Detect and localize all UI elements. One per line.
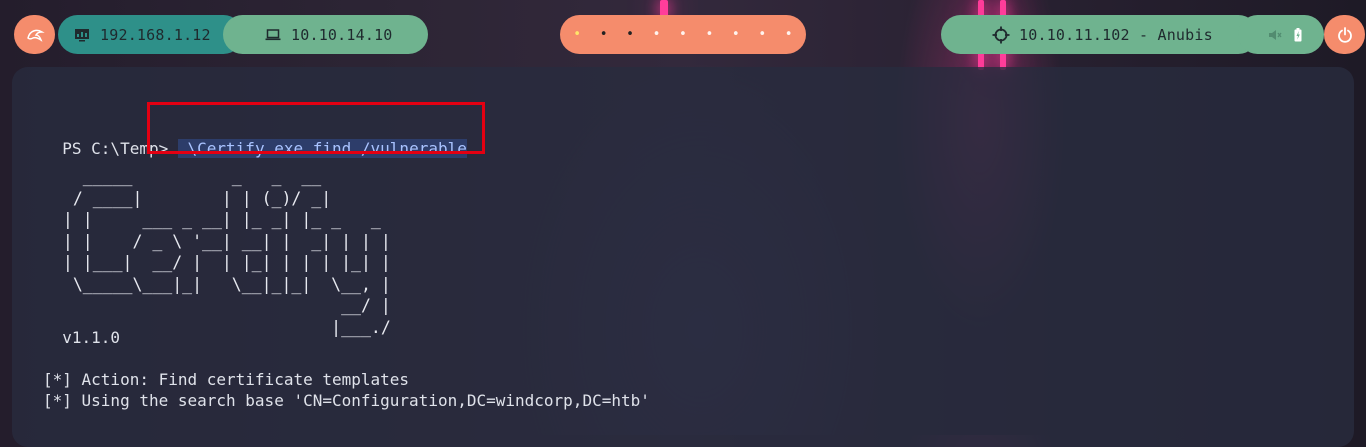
target-text: 10.10.11.102 - Anubis <box>1019 25 1213 44</box>
workspace-dot[interactable]: • <box>653 27 661 42</box>
speaker-muted-icon[interactable] <box>1268 29 1282 41</box>
vpn-ip-text: 10.10.14.10 <box>291 25 393 44</box>
target-widget[interactable]: 10.10.11.102 - Anubis <box>941 15 1258 54</box>
workspace-dot[interactable]: • <box>758 27 766 42</box>
output-line: [*] Using the search base 'CN=Configurat… <box>43 391 650 410</box>
battery-charging-icon[interactable] <box>1294 27 1302 42</box>
system-tray <box>1238 15 1324 54</box>
workspace-dot[interactable]: • <box>732 27 740 42</box>
host-ip-text: 192.168.1.12 <box>100 25 211 44</box>
crosshair-icon <box>992 26 1010 43</box>
workspace-dot[interactable]: • <box>600 27 608 42</box>
power-button[interactable] <box>1324 15 1365 54</box>
vpn-ip-widget[interactable]: 10.10.14.10 <box>223 15 428 54</box>
monitor-icon <box>75 28 89 41</box>
certify-ascii-banner: _____ _ _ __ / ____| | | (_)/ _| | | ___… <box>62 167 391 337</box>
workspace-switcher: • • • • • • • • • <box>560 15 806 54</box>
workspace-dot[interactable]: • <box>679 27 687 42</box>
workspace-dot[interactable]: • <box>626 27 634 42</box>
workspace-dot-active[interactable]: • <box>573 27 581 42</box>
workspace-dot[interactable]: • <box>705 27 713 42</box>
kali-dragon-icon <box>26 29 45 42</box>
workspace-dot[interactable]: • <box>785 27 793 42</box>
highlight-annotation-box <box>147 102 485 154</box>
version-text: v1.1.0 <box>43 328 121 347</box>
power-icon <box>1337 26 1352 43</box>
laptop-icon <box>265 28 281 40</box>
menu-button[interactable] <box>14 15 55 54</box>
host-ip-widget[interactable]: 192.168.1.12 <box>58 15 243 54</box>
output-line: [*] Action: Find certificate templates <box>43 370 410 389</box>
